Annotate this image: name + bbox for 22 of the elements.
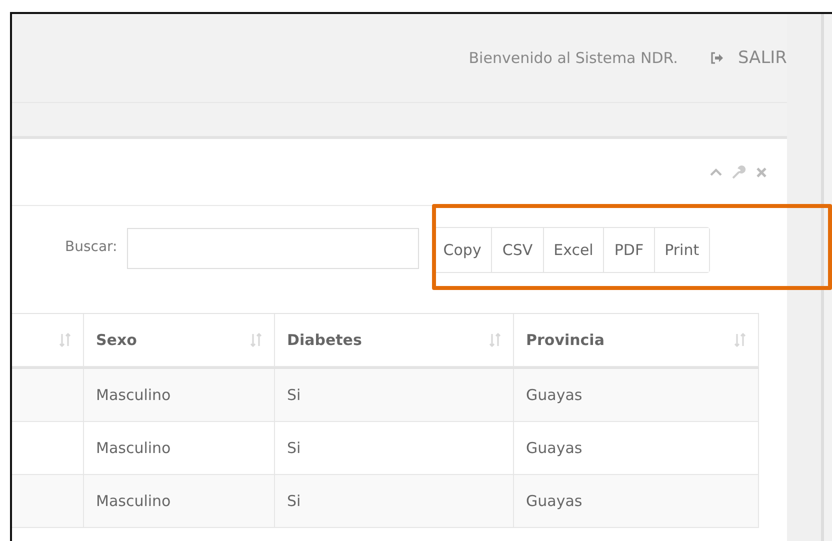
table-cell: Masculino [84, 475, 275, 528]
sort-icon [489, 333, 501, 347]
logout-link[interactable]: SALIR [710, 48, 787, 68]
export-button[interactable]: Print [654, 228, 710, 272]
search-label: Buscar: [65, 239, 118, 255]
sort-icon [734, 333, 746, 347]
column-header[interactable]: Provincia [514, 314, 759, 367]
table-cell: Masculino [84, 369, 275, 422]
table-cell: Si [275, 475, 514, 528]
column-header[interactable]: Sexo [84, 314, 275, 367]
collapse-icon[interactable] [710, 168, 722, 176]
close-icon[interactable] [756, 166, 767, 178]
exit-icon [710, 52, 724, 64]
table-cell: Si [275, 369, 514, 422]
search-field[interactable] [127, 228, 420, 269]
column-header[interactable] [12, 314, 84, 367]
welcome-text: Bienvenido al Sistema NDR. [468, 49, 678, 67]
table-cell: Guayas [514, 475, 759, 528]
column-header[interactable]: Diabetes [275, 314, 514, 367]
sort-icon [59, 333, 71, 347]
table-cell: Guayas [514, 369, 759, 422]
sort-icon [250, 333, 262, 347]
